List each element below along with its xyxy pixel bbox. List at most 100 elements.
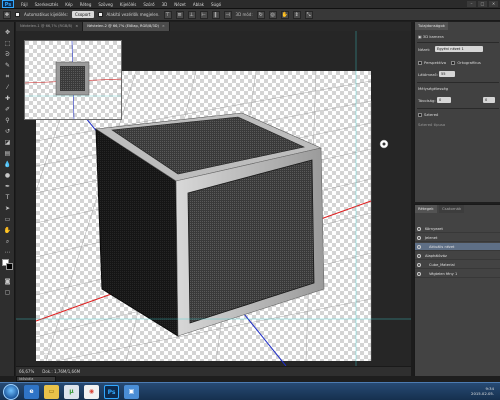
eye-icon[interactable] (417, 272, 421, 276)
close-icon[interactable]: × (162, 24, 165, 28)
crop-tool-icon[interactable]: ⌗ (3, 72, 12, 81)
tab-document-1[interactable]: Névtelen-1 @ 66,7% (RGB/8) × (16, 22, 84, 31)
menu-type[interactable]: Szöveg (98, 2, 112, 7)
layer-row[interactable]: Alaphálóváz (415, 252, 500, 260)
menu-select[interactable]: Kijelölés (120, 2, 137, 7)
marquee-tool-icon[interactable]: ⬚ (3, 39, 12, 48)
menu-filter[interactable]: Szűrő (143, 2, 154, 7)
clock-date: 2015.02.05. (471, 391, 494, 396)
menu-help[interactable]: Súgó (211, 2, 221, 7)
minimize-button[interactable]: – (467, 1, 476, 7)
brush-tool-icon[interactable]: ✐ (3, 105, 12, 114)
options-bar: ✥ Automatikus kijelölés: Csoport Alakító… (0, 9, 500, 21)
align-top-icon[interactable]: ⊤ (163, 10, 172, 19)
quick-mask-icon[interactable]: ◙ (3, 277, 12, 286)
move-tool-icon[interactable]: ✥ (3, 10, 11, 19)
menu-view[interactable]: Nézet (174, 2, 186, 7)
start-button[interactable] (3, 384, 19, 400)
orthographic-radio[interactable] (451, 61, 456, 65)
pan-3d-icon[interactable]: ✋ (280, 10, 289, 19)
depth-input[interactable]: 0 (483, 97, 495, 103)
layer-row[interactable]: Jelenet (415, 234, 500, 242)
taskbar: e ▭ µ ◉ Ps ▣ 9:34 2015.02.05. (0, 382, 500, 400)
blur-tool-icon[interactable]: 💧 (3, 160, 12, 169)
close-button[interactable]: ✕ (489, 1, 498, 7)
internet-explorer-icon[interactable]: e (24, 385, 39, 399)
screen-mode-icon[interactable]: ▢ (3, 288, 12, 297)
gradient-tool-icon[interactable]: ▤ (3, 149, 12, 158)
eyedropper-tool-icon[interactable]: ⁄ (3, 83, 12, 92)
view-dropdown[interactable]: Egyéni nézet 1 (435, 46, 483, 52)
chrome-icon[interactable]: ◉ (84, 385, 99, 399)
utorrent-icon[interactable]: µ (64, 385, 79, 399)
menu-file[interactable]: Fájl (21, 2, 28, 7)
tab-document-2[interactable]: Névtelen-2 @ 66,7% (Előlap, RGB/8/3D) × (83, 22, 170, 31)
healing-brush-tool-icon[interactable]: ✚ (3, 94, 12, 103)
layer-row[interactable]: Környezet (415, 225, 500, 233)
menu-image[interactable]: Kép (65, 2, 72, 7)
eraser-tool-icon[interactable]: ◪ (3, 138, 12, 147)
layers-panel: Rétegek Csatornák Környezet Jelenet Aktu… (414, 204, 500, 376)
move-tool-icon[interactable]: ✥ (3, 28, 12, 37)
tab-properties[interactable]: Tulajdonságok (415, 22, 448, 30)
fov-input[interactable]: 55 (439, 71, 455, 77)
align-bottom-icon[interactable]: ⊥ (187, 10, 196, 19)
clone-stamp-tool-icon[interactable]: ⚲ (3, 116, 12, 125)
transform-controls-checkbox[interactable] (97, 12, 103, 17)
zoom-tool-icon[interactable]: ⌕ (3, 237, 12, 246)
zoom-level[interactable]: 66,67% (19, 369, 34, 374)
menu-window[interactable]: Ablak (193, 2, 204, 7)
history-brush-tool-icon[interactable]: ↺ (3, 127, 12, 136)
menu-layer[interactable]: Réteg (80, 2, 92, 7)
align-right-icon[interactable]: ⊣ (223, 10, 232, 19)
type-tool-icon[interactable]: T (3, 193, 12, 202)
align-left-icon[interactable]: ⊢ (199, 10, 208, 19)
photoshop-taskbar-icon[interactable]: Ps (104, 385, 119, 399)
tab-channels[interactable]: Csatornák (439, 205, 465, 213)
navigator-thumbnail[interactable] (24, 40, 122, 120)
path-select-tool-icon[interactable]: ➤ (3, 204, 12, 213)
layer-row[interactable]: Végtelen fény 1 (415, 270, 500, 278)
edit-toolbar-icon[interactable]: ⋯ (3, 248, 12, 257)
tab-document-1-label: Névtelen-1 @ 66,7% (RGB/8) (20, 24, 73, 28)
tab-layers[interactable]: Rétegek (415, 205, 437, 213)
lasso-tool-icon[interactable]: ᘐ (3, 50, 12, 59)
eye-icon[interactable] (417, 245, 421, 249)
layer-row[interactable]: Cube_Material (415, 261, 500, 269)
scale-3d-icon[interactable]: ⤡ (304, 10, 313, 19)
camera-type-text: 3D kamera (422, 34, 444, 39)
system-clock[interactable]: 9:34 2015.02.05. (471, 386, 494, 396)
align-middle-icon[interactable]: ≡ (175, 10, 184, 19)
auto-select-dropdown[interactable]: Csoport (71, 11, 94, 18)
dodge-tool-icon[interactable]: ● (3, 171, 12, 180)
document-size[interactable]: Dok.: 1,76M/1,66M (42, 369, 80, 374)
quick-select-tool-icon[interactable]: ✎ (3, 61, 12, 70)
background-color-swatch[interactable] (6, 263, 13, 270)
distance-input[interactable]: 0 (437, 97, 451, 103)
auto-select-checkbox[interactable] (15, 12, 20, 17)
layer-row-selected[interactable]: Aktuális nézet (415, 243, 500, 251)
rotate-3d-icon[interactable]: ↻ (256, 10, 265, 19)
maximize-button[interactable]: □ (478, 1, 487, 7)
roll-3d-icon[interactable]: ◎ (268, 10, 277, 19)
menu-edit[interactable]: Szerkesztés (35, 2, 59, 7)
divider (417, 82, 499, 83)
slide-3d-icon[interactable]: ⇕ (292, 10, 301, 19)
eye-icon[interactable] (417, 236, 421, 240)
shape-tool-icon[interactable]: ▭ (3, 215, 12, 224)
stereo-checkbox[interactable] (418, 113, 422, 117)
menu-3d[interactable]: 3D (162, 2, 168, 7)
auto-select-label: Automatikus kijelölés: (24, 12, 68, 17)
hand-tool-icon[interactable]: ✋ (3, 226, 12, 235)
file-explorer-icon[interactable]: ▭ (44, 385, 59, 399)
align-center-icon[interactable]: ‖ (211, 10, 220, 19)
eye-icon[interactable] (417, 254, 421, 258)
eye-icon[interactable] (417, 227, 421, 231)
tab-document-2-label: Névtelen-2 @ 66,7% (Előlap, RGB/8/3D) (87, 24, 159, 28)
app-taskbar-icon[interactable]: ▣ (124, 385, 139, 399)
eye-icon[interactable] (417, 263, 421, 267)
pen-tool-icon[interactable]: ✒ (3, 182, 12, 191)
perspective-radio[interactable] (418, 61, 422, 65)
layer-name: Cube_Material (429, 263, 455, 267)
close-icon[interactable]: × (75, 24, 78, 28)
